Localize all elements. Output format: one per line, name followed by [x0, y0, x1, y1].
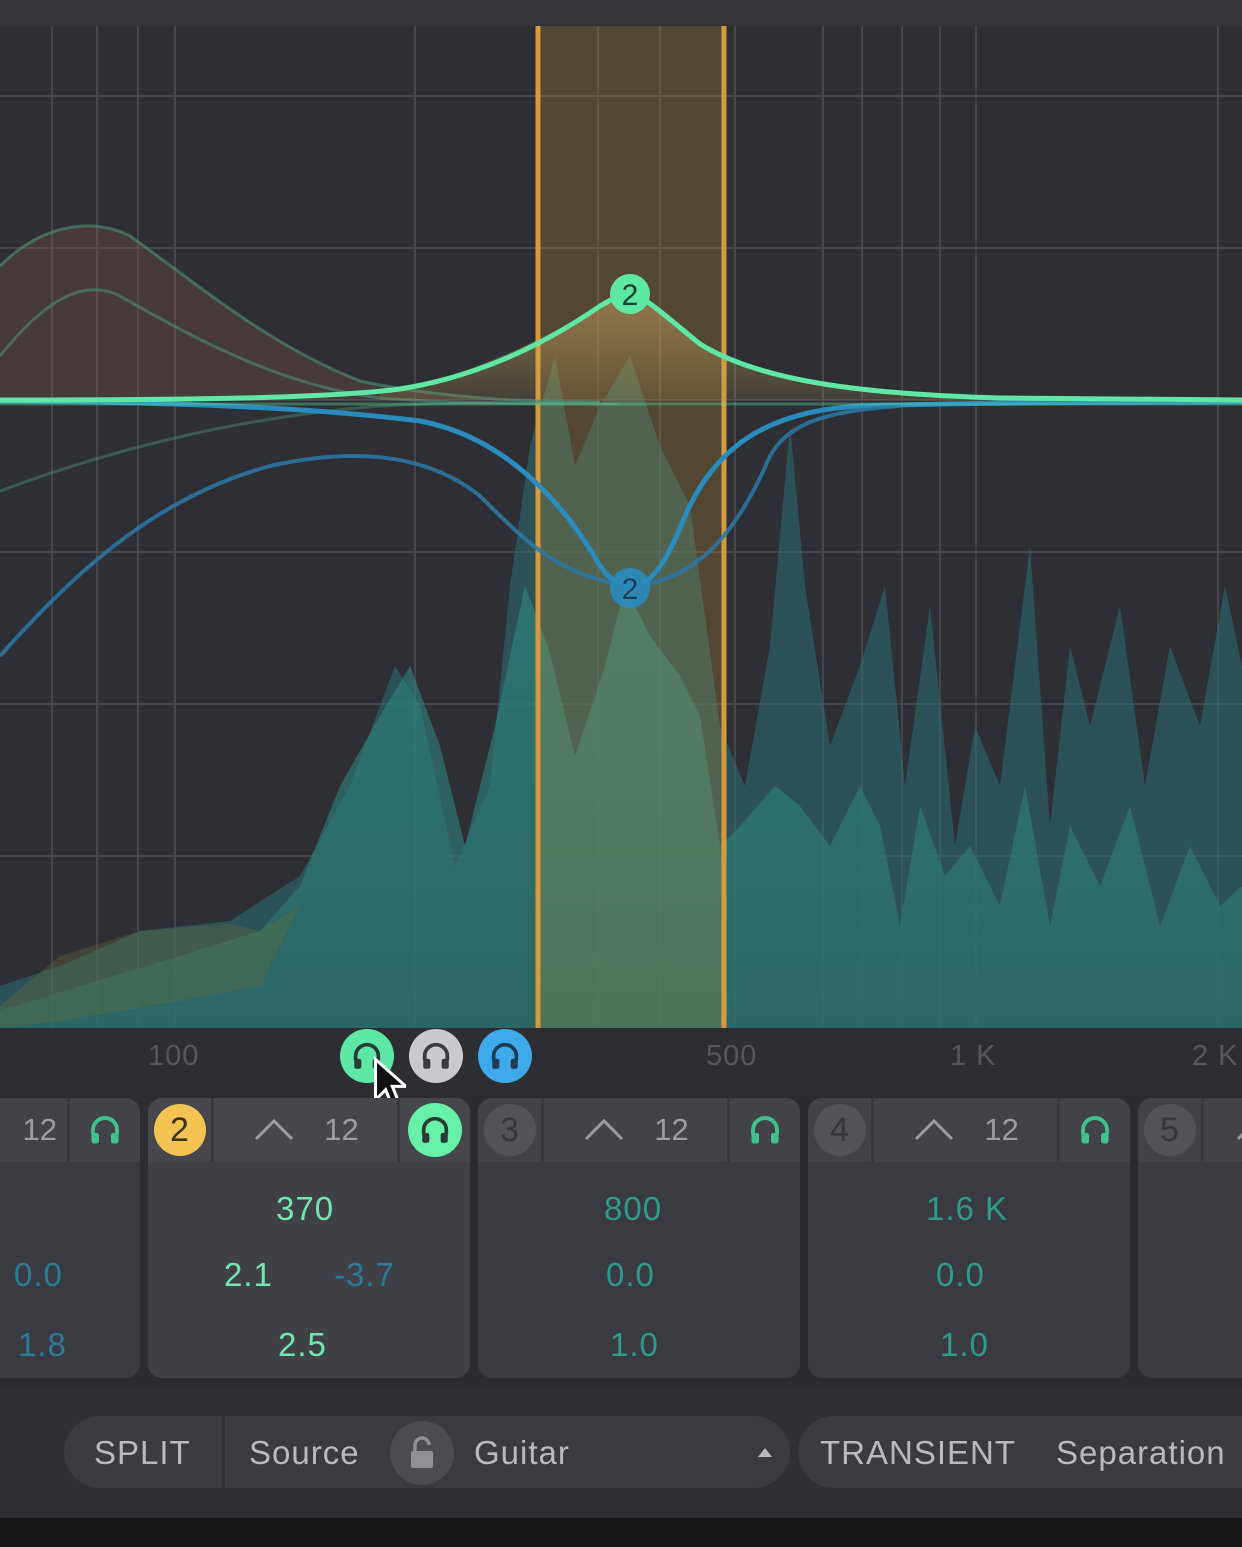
band-3-slope[interactable]: 12 — [654, 1112, 688, 1148]
freq-label-100: 100 — [148, 1040, 200, 1072]
band-highlight[interactable] — [538, 26, 724, 1028]
band-panel-2[interactable]: 2 12 370 2.1 -3.7 2.5 — [148, 1098, 470, 1378]
band-panel-1[interactable]: 12 0.0 1.8 — [0, 1098, 140, 1378]
node-green[interactable]: 2 — [610, 274, 650, 314]
eq-graph[interactable]: 2 2 — [0, 26, 1242, 1028]
band-3-q[interactable]: 1.0 — [610, 1326, 659, 1364]
band-2-gain-b[interactable]: -3.7 — [334, 1256, 395, 1294]
band-panel-3[interactable]: 3 12 800 0.0 1.0 — [478, 1098, 800, 1378]
separation-label[interactable]: Separation — [1056, 1434, 1226, 1472]
band-2-solo-button[interactable] — [408, 1103, 462, 1157]
band-1-solo-button[interactable] — [70, 1098, 140, 1162]
band-4-number[interactable]: 4 — [813, 1104, 866, 1156]
band-panel-4[interactable]: 4 12 1.6 K 0.0 1.0 — [808, 1098, 1130, 1378]
freq-label-500: 500 — [706, 1040, 758, 1072]
band-3-solo-button[interactable] — [730, 1098, 800, 1162]
band-4-solo-button[interactable] — [1060, 1098, 1130, 1162]
node-green-label: 2 — [622, 279, 639, 312]
bell-shape-icon[interactable] — [252, 1115, 296, 1145]
split-divider — [222, 1416, 225, 1488]
headphones-icon — [422, 1042, 450, 1069]
band-panel-5[interactable]: 5 — [1138, 1098, 1242, 1378]
band-4-gain[interactable]: 0.0 — [936, 1256, 985, 1294]
band-3-gain[interactable]: 0.0 — [606, 1256, 655, 1294]
headphones-icon — [421, 1116, 449, 1143]
headphones-icon — [1081, 1116, 1109, 1144]
band-4-freq[interactable]: 1.6 K — [926, 1190, 1008, 1228]
node-blue[interactable]: 2 — [610, 568, 650, 608]
bell-shape-icon[interactable] — [912, 1115, 956, 1145]
top-bar — [0, 0, 1242, 26]
band-1-gain[interactable]: 0.0 — [14, 1256, 63, 1294]
bell-shape-icon[interactable] — [1234, 1115, 1242, 1145]
split-button[interactable]: SPLIT — [94, 1434, 191, 1472]
footer-bar — [0, 1518, 1242, 1547]
triangle-up-icon[interactable] — [756, 1446, 774, 1458]
solo-blue-button[interactable] — [478, 1029, 532, 1083]
band-1-slope[interactable]: 12 — [23, 1112, 57, 1148]
node-blue-label: 2 — [622, 573, 639, 606]
band-2-q[interactable]: 2.5 — [278, 1326, 327, 1364]
headphones-icon — [751, 1116, 779, 1144]
source-dropdown-value[interactable]: Guitar — [474, 1434, 570, 1472]
band-2-gain-a[interactable]: 2.1 — [224, 1256, 273, 1294]
transient-button[interactable]: TRANSIENT — [820, 1434, 1016, 1472]
solo-grey-button[interactable] — [409, 1029, 463, 1083]
green-eq-curve-faint — [0, 402, 1242, 407]
freq-label-2k: 2 K — [1192, 1040, 1239, 1072]
bell-shape-icon[interactable] — [582, 1115, 626, 1145]
lock-button[interactable] — [390, 1421, 454, 1485]
band-1-q[interactable]: 1.8 — [18, 1326, 67, 1364]
band-4-q[interactable]: 1.0 — [940, 1326, 989, 1364]
band-2-number[interactable]: 2 — [153, 1104, 206, 1156]
band-2-slope[interactable]: 12 — [324, 1112, 358, 1148]
headphones-icon — [91, 1116, 119, 1144]
band-2-freq[interactable]: 370 — [276, 1190, 334, 1228]
freq-label-1k: 1 K — [950, 1040, 997, 1072]
band-3-number[interactable]: 3 — [483, 1104, 536, 1156]
source-label: Source — [249, 1434, 360, 1471]
unlocked-padlock-icon — [411, 1436, 433, 1468]
band-4-slope[interactable]: 12 — [984, 1112, 1018, 1148]
band-3-freq[interactable]: 800 — [604, 1190, 662, 1228]
band-5-number[interactable]: 5 — [1143, 1104, 1196, 1156]
headphones-icon — [491, 1042, 519, 1069]
